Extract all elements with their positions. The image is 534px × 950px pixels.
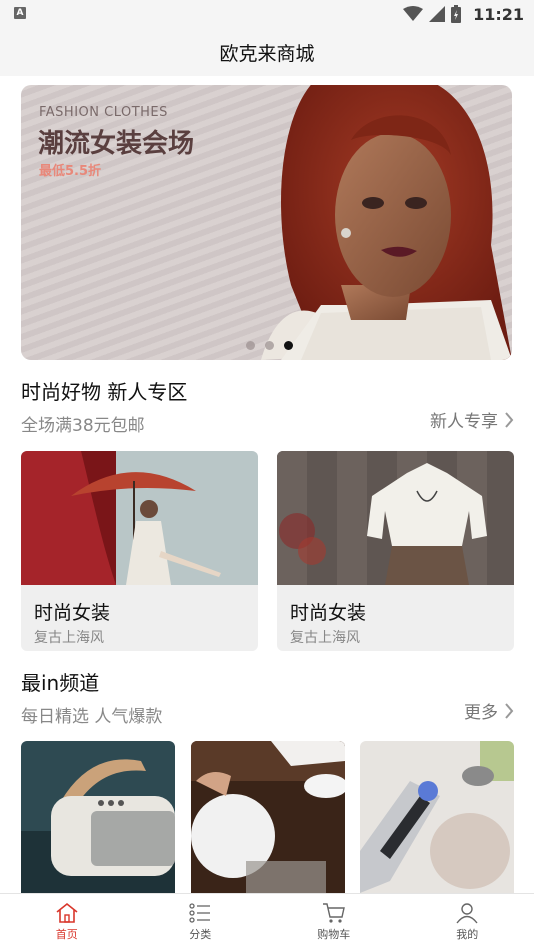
home-icon	[56, 902, 78, 923]
product-tile[interactable]	[21, 741, 175, 893]
product-tile[interactable]	[360, 741, 514, 893]
banner-title-en: FASHION CLOTHES	[39, 105, 168, 120]
tab-label: 首页	[55, 928, 78, 941]
tab-mine[interactable]: 我的	[401, 894, 534, 950]
section-title: 最in频道	[21, 671, 100, 695]
more-link[interactable]: 更多	[464, 698, 514, 723]
tab-cart[interactable]: 购物车	[267, 894, 401, 950]
product-image	[191, 741, 345, 893]
tab-label: 购物车	[317, 928, 351, 941]
section-in-channel: 最in频道 每日精选 人气爆款 更多	[21, 667, 514, 727]
product-image	[277, 451, 514, 585]
product-card[interactable]: 时尚女装 复古上海风	[277, 451, 514, 651]
carousel-dot[interactable]	[265, 341, 274, 350]
product-card[interactable]: 时尚女装 复古上海风	[21, 451, 258, 651]
banner-carousel[interactable]: FASHION CLOTHES 潮流女装会场 最低5.5折	[21, 85, 512, 360]
list-icon	[189, 903, 211, 923]
product-image	[21, 451, 258, 585]
card-subtitle: 复古上海风	[34, 630, 104, 646]
carousel-dot[interactable]	[246, 341, 255, 350]
tab-label: 分类	[189, 928, 212, 941]
signal-icon	[429, 6, 446, 22]
carousel-indicator[interactable]	[246, 341, 293, 350]
user-icon	[456, 903, 478, 924]
chevron-right-icon	[505, 702, 514, 719]
battery-icon	[451, 5, 462, 23]
more-label: 新人专享	[430, 412, 498, 432]
cart-icon	[322, 903, 345, 923]
section-title: 时尚好物 新人专区	[21, 380, 188, 404]
page-title: 欧克来商城	[219, 42, 315, 65]
card-title: 时尚女装	[290, 602, 367, 624]
product-image	[360, 741, 514, 893]
bottom-tab-bar: 首页 分类 购物车 我的	[0, 893, 534, 950]
tab-label: 我的	[456, 928, 479, 941]
new-user-more-link[interactable]: 新人专享	[430, 407, 514, 432]
product-tile[interactable]	[191, 741, 345, 893]
status-icons: 11:21	[403, 3, 524, 25]
more-label: 更多	[464, 703, 498, 723]
notification-icon: A	[14, 7, 26, 19]
tab-category[interactable]: 分类	[134, 894, 268, 950]
status-bar: A 11:21	[0, 0, 534, 28]
section-subtitle: 每日精选 人气爆款	[21, 707, 163, 727]
app-header: 欧克来商城	[0, 28, 534, 76]
wifi-icon	[403, 6, 424, 21]
banner-discount: 最低5.5折	[39, 164, 102, 179]
tab-home[interactable]: 首页	[0, 894, 134, 950]
card-subtitle: 复古上海风	[290, 630, 360, 646]
banner-title: 潮流女装会场	[38, 129, 195, 159]
section-new-user: 时尚好物 新人专区 全场满38元包邮 新人专享	[21, 376, 514, 436]
carousel-dot-active[interactable]	[284, 341, 293, 350]
status-time: 11:21	[473, 4, 524, 24]
chevron-right-icon	[505, 411, 514, 428]
product-image	[21, 741, 175, 893]
card-title: 时尚女装	[34, 602, 111, 624]
